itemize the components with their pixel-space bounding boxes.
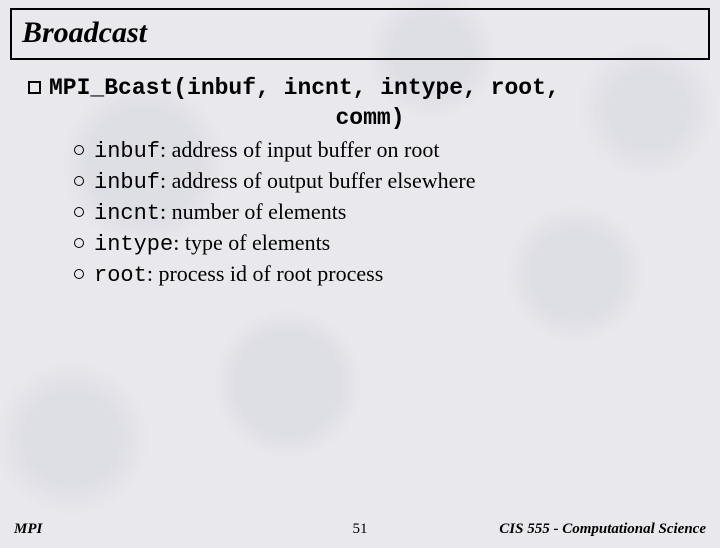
param-item: incnt: number of elements [74,199,692,226]
content-area: MPI_Bcast(inbuf, incnt, intype, root, co… [0,60,720,288]
param-name: root [94,263,147,288]
title-box: Broadcast [10,8,710,60]
signature-row: MPI_Bcast(inbuf, incnt, intype, root, [28,74,692,103]
circle-bullet-icon [74,207,84,217]
footer-right: CIS 555 - Computational Science [499,521,706,538]
footer-left: MPI [14,521,42,538]
param-desc: number of elements [172,199,347,224]
param-name: incnt [94,201,160,226]
param-name: intype [94,232,173,257]
circle-bullet-icon [74,145,84,155]
footer: MPI 51 CIS 555 - Computational Science [0,521,720,538]
param-item: inbuf: address of input buffer on root [74,137,692,164]
param-text: inbuf: address of input buffer on root [94,137,439,164]
param-item: root: process id of root process [74,261,692,288]
param-desc: process id of root process [158,261,383,286]
param-desc: type of elements [185,230,330,255]
param-text: incnt: number of elements [94,199,346,226]
param-text: inbuf: address of output buffer elsewher… [94,168,475,195]
slide-title: Broadcast [22,16,698,50]
circle-bullet-icon [74,238,84,248]
footer-page-number: 51 [353,521,368,538]
param-sep: : [160,199,172,224]
param-list: inbuf: address of input buffer on root i… [74,137,692,288]
param-item: intype: type of elements [74,230,692,257]
circle-bullet-icon [74,176,84,186]
param-sep: : [160,168,172,193]
signature-line2: comm) [48,105,692,131]
circle-bullet-icon [74,269,84,279]
param-sep: : [173,230,185,255]
param-desc: address of output buffer elsewhere [172,168,476,193]
param-text: intype: type of elements [94,230,330,257]
param-name: inbuf [94,170,160,195]
param-item: inbuf: address of output buffer elsewher… [74,168,692,195]
signature-line1: MPI_Bcast(inbuf, incnt, intype, root, [49,74,560,103]
param-name: inbuf [94,139,160,164]
param-desc: address of input buffer on root [172,137,440,162]
square-bullet-icon [28,81,41,94]
param-sep: : [147,261,159,286]
param-sep: : [160,137,172,162]
param-text: root: process id of root process [94,261,383,288]
